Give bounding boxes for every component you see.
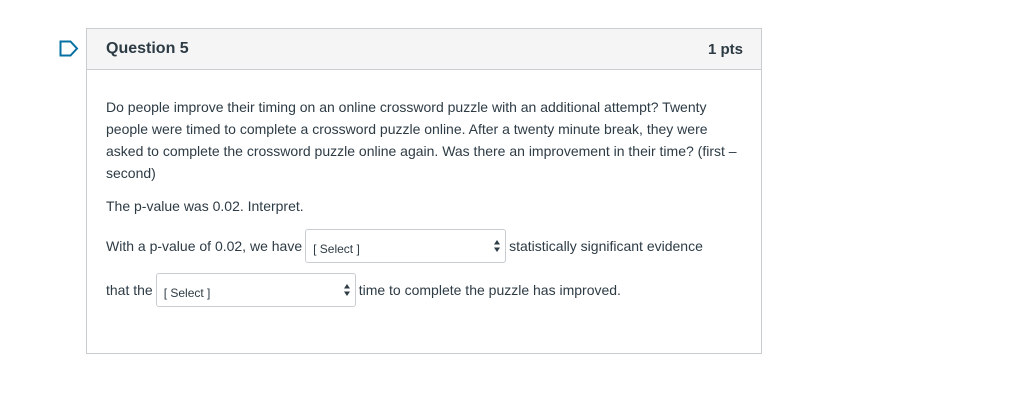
- evidence-select-value: [ Select ]: [313, 242, 360, 256]
- flag-question-icon[interactable]: [59, 40, 79, 57]
- question-points: 1 pts: [707, 40, 743, 58]
- answer-line-2: that the [ Select ] time to complete the…: [106, 272, 743, 308]
- line2-suffix: time to complete the puzzle has improved…: [358, 282, 621, 298]
- evidence-select[interactable]: [ Select ]: [305, 229, 507, 263]
- question-card: Question 5 1 pts Do people improve their…: [86, 28, 762, 354]
- answer-line-1: With a p-value of 0.02, we have [ Select…: [106, 228, 743, 264]
- question-header: Question 5 1 pts: [87, 29, 761, 70]
- time-select[interactable]: [ Select ]: [155, 273, 356, 307]
- time-select-value: [ Select ]: [163, 286, 211, 300]
- line1-prefix: With a p-value of 0.02, we have: [106, 238, 303, 254]
- up-down-arrows-icon: [343, 284, 350, 296]
- question-body: Do people improve their timing on an onl…: [87, 70, 761, 308]
- line1-suffix: statistically significant evidence: [509, 238, 703, 254]
- up-down-arrows-icon: [494, 240, 501, 252]
- question-prompt: Do people improve their timing on an onl…: [106, 99, 737, 181]
- pvalue-statement: The p-value was 0.02. Interpret.: [106, 198, 304, 214]
- line2-prefix: that the: [106, 282, 153, 298]
- question-title: Question 5: [106, 40, 189, 57]
